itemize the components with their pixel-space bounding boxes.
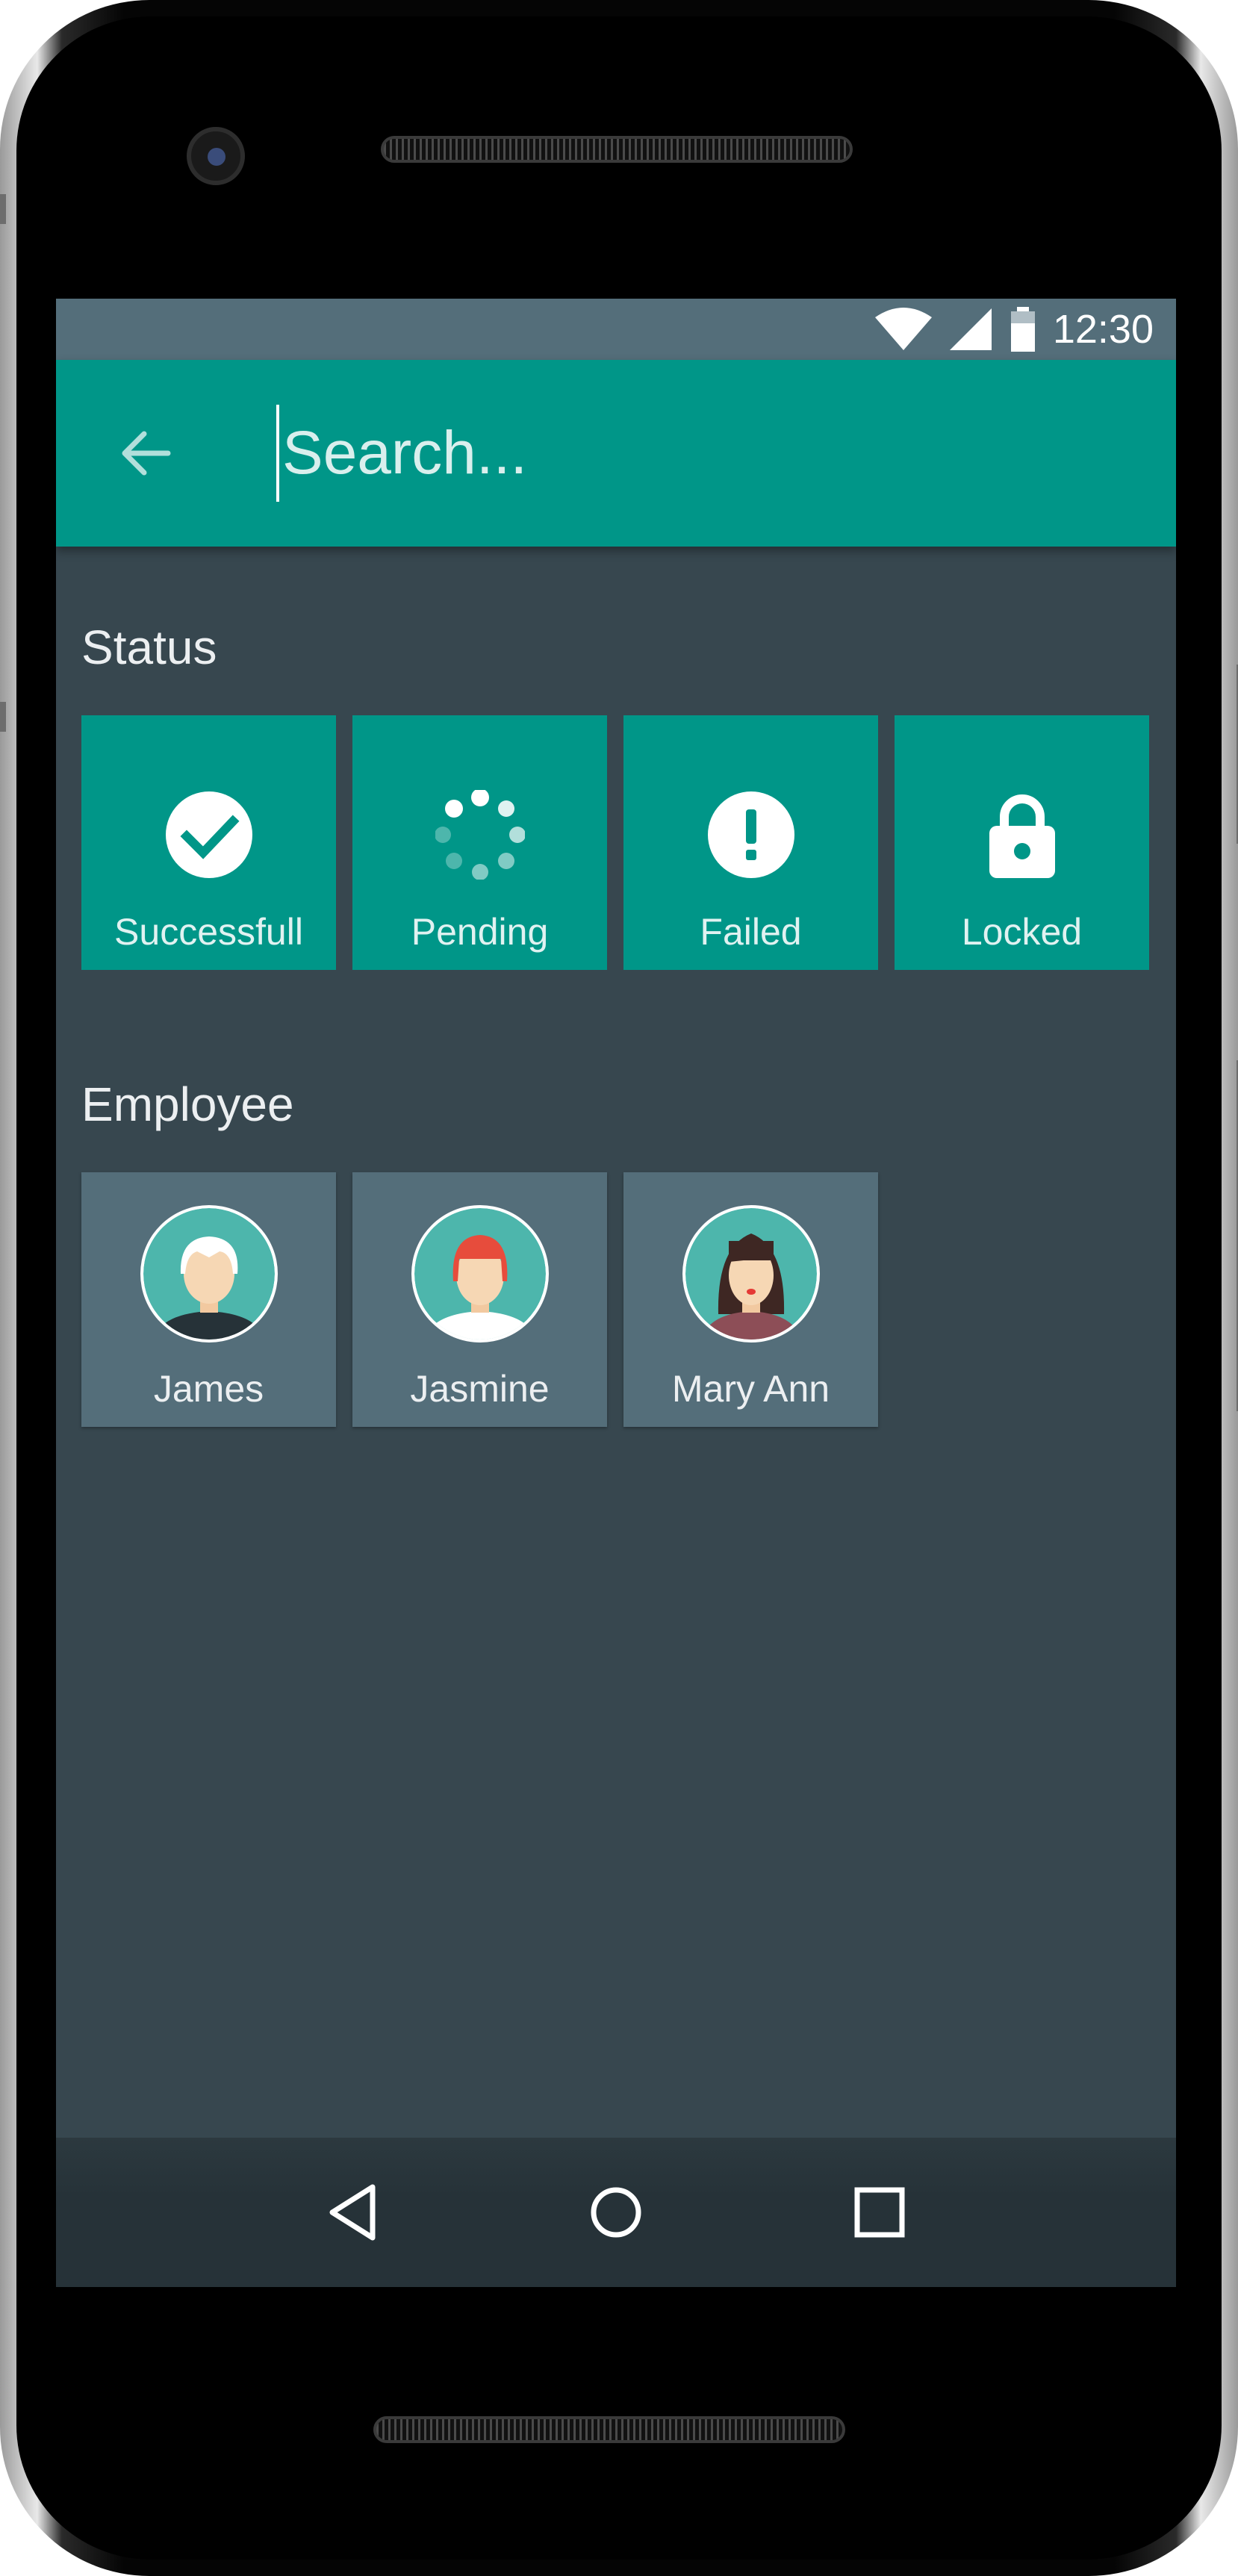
back-button[interactable] <box>108 416 183 491</box>
home-circle-icon <box>591 2187 641 2238</box>
employee-name: James <box>153 1368 264 1410</box>
status-tile-label: Failed <box>700 911 802 953</box>
recents-square-icon <box>854 2187 905 2238</box>
screen: 12:30 Status Successfull <box>56 299 1176 2287</box>
employee-name: Jasmine <box>410 1368 550 1410</box>
employee-tile-mary-ann[interactable]: Mary Ann <box>623 1172 878 1427</box>
avatar-dark-hair-icon <box>682 1205 820 1343</box>
spinner-icon <box>435 790 525 880</box>
employee-tile-james[interactable]: James <box>81 1172 336 1427</box>
status-tile-failed[interactable]: Failed <box>623 715 878 970</box>
frame-notch-left-lower <box>0 702 6 732</box>
arrow-back-icon <box>122 431 171 476</box>
frame-notch-left <box>0 194 6 224</box>
app-bar <box>56 360 1176 547</box>
nav-back-button[interactable] <box>315 2175 390 2250</box>
phone-frame: 12:30 Status Successfull <box>0 0 1238 2576</box>
status-tile-successfull[interactable]: Successfull <box>81 715 336 970</box>
status-icons: 12:30 <box>874 299 1154 360</box>
employee-name: Mary Ann <box>671 1368 830 1410</box>
signal-icon <box>949 308 992 350</box>
front-camera <box>187 127 245 185</box>
alert-circle-icon <box>707 791 794 878</box>
check-circle-icon <box>165 791 252 878</box>
lock-icon <box>989 794 1055 878</box>
status-tile-label: Pending <box>411 911 549 953</box>
status-tile-locked[interactable]: Locked <box>895 715 1149 970</box>
employee-tiles: James Jasmine Mary Ann <box>81 1172 878 1427</box>
status-tile-label: Successfull <box>114 911 303 953</box>
avatar-red-hair-icon <box>411 1205 549 1343</box>
status-tiles: Successfull Pending Failed Locked <box>81 715 1149 970</box>
avatar-white-hair-icon <box>140 1205 278 1343</box>
battery-icon <box>1010 307 1035 352</box>
employee-tile-jasmine[interactable]: Jasmine <box>352 1172 607 1427</box>
status-time: 12:30 <box>1052 307 1154 352</box>
navigation-bar <box>56 2138 1176 2287</box>
bottom-speaker <box>373 2416 845 2443</box>
status-tile-label: Locked <box>961 911 1083 953</box>
search-input[interactable] <box>276 405 1141 502</box>
status-tile-pending[interactable]: Pending <box>352 715 607 970</box>
earpiece-speaker <box>381 136 853 163</box>
status-bar: 12:30 <box>56 299 1176 360</box>
status-section-title: Status <box>81 620 217 674</box>
back-triangle-icon <box>329 2184 376 2241</box>
nav-recents-button[interactable] <box>842 2175 917 2250</box>
nav-home-button[interactable] <box>579 2175 653 2250</box>
employee-section-title: Employee <box>81 1077 294 1131</box>
wifi-icon <box>874 308 932 350</box>
